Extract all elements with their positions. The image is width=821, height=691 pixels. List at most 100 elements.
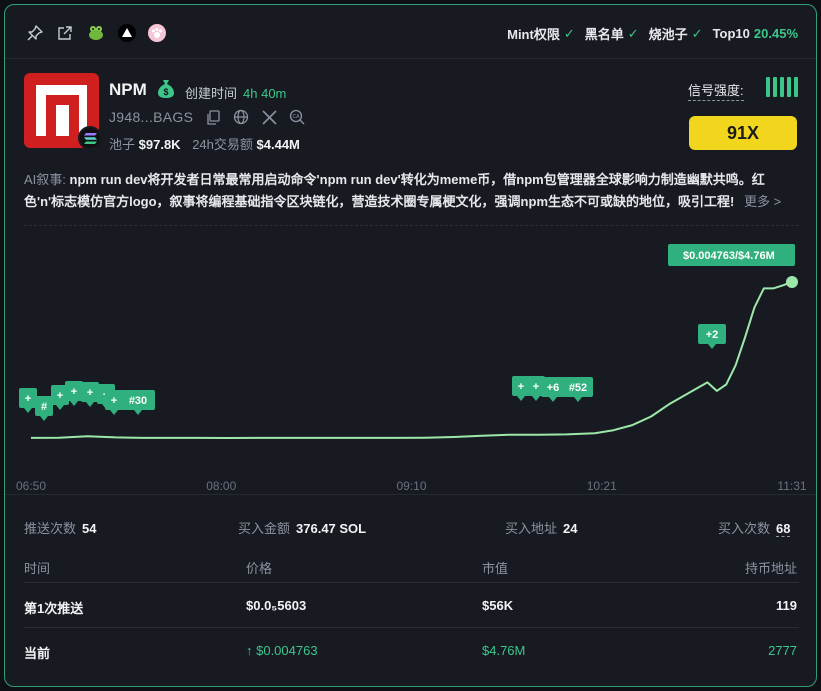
push-count-label: 推送次数 xyxy=(24,521,77,536)
push-tag-label: + xyxy=(533,381,539,393)
push-tag-label: + xyxy=(518,381,524,393)
triangle-icon[interactable] xyxy=(117,23,137,43)
globe-icon[interactable] xyxy=(232,108,250,126)
push-tag: + xyxy=(19,388,37,413)
check-icon: ✓ xyxy=(691,25,703,41)
created-label: 创建时间 xyxy=(185,86,238,101)
push-tag: +6 xyxy=(541,377,565,402)
col-header-holders: 持币地址 xyxy=(744,561,797,576)
narrative-label: AI叙事: xyxy=(24,172,66,187)
push-tag-pointer xyxy=(86,402,94,407)
push-tag-pointer xyxy=(517,396,525,401)
top10-label: Top10 xyxy=(712,26,750,41)
push-tag-pointer xyxy=(24,408,32,413)
volume-label: 24h交易额 xyxy=(192,137,253,152)
money-bag-icon: $ xyxy=(157,79,177,99)
created-time: 创建时间 4h 40m xyxy=(185,83,286,102)
col-header-mcap: 市值 xyxy=(482,561,509,576)
end-label-text: $0.004763/$4.76M xyxy=(683,250,775,262)
push-tag-pointer xyxy=(40,416,48,421)
row-current-price: ↑ $0.004763 xyxy=(246,643,318,658)
ai-narrative: AI叙事: npm run dev将开发者日常最常用启动命令'npm run d… xyxy=(24,169,799,213)
frog-icon[interactable] xyxy=(86,23,106,43)
svg-text:CA: CA xyxy=(293,114,301,120)
narrative-text: npm run dev将开发者日常最常用启动命令'npm run dev'转化为… xyxy=(24,172,765,209)
buy-count: 买入次数 68 xyxy=(718,518,791,537)
row-divider xyxy=(24,627,799,628)
push-tag-label: + xyxy=(25,393,31,405)
push-tag-pointer xyxy=(56,405,64,410)
current-price-dot xyxy=(786,276,798,288)
buy-amount-value: 376.47 SOL xyxy=(296,521,367,536)
col-header-time: 时间 xyxy=(24,561,51,576)
signal-bar xyxy=(787,77,791,97)
push-tag: + xyxy=(105,390,123,415)
row-current-mcap: $4.76M xyxy=(482,643,526,658)
push-tag: + xyxy=(81,382,99,407)
push-tag-label: +2 xyxy=(706,329,719,341)
push-tag-pointer xyxy=(110,410,118,415)
push-tag-pointer xyxy=(532,396,540,401)
pin-icon[interactable] xyxy=(25,23,45,43)
copy-icon[interactable] xyxy=(204,108,222,126)
pool-label: 池子 xyxy=(109,137,136,152)
push-tag-pointer xyxy=(549,397,557,402)
search-ca-icon[interactable]: CA xyxy=(288,108,306,126)
multiplier-badge: 91X xyxy=(689,116,797,150)
push-tag-pointer xyxy=(574,397,582,402)
push-tag-label: #30 xyxy=(129,395,147,407)
address-actions: CA xyxy=(204,108,306,126)
row-current-holders: 2777 xyxy=(768,643,797,658)
signal-bar xyxy=(794,77,798,97)
token-card: Mint权限 ✓ 黑名单 ✓ 烧池子 ✓ Top10 20.45% NPM $ … xyxy=(4,4,817,687)
top10-value: 20.45% xyxy=(753,26,798,41)
x-tick-label: 11:31 xyxy=(777,479,806,493)
pool-value: $97.8K xyxy=(138,137,181,152)
burn-pool-check-label: 烧池子 xyxy=(648,27,688,42)
signal-bar xyxy=(766,77,770,97)
divider xyxy=(24,225,799,226)
buy-addresses-label: 买入地址 xyxy=(505,521,558,536)
buy-addresses: 买入地址 24 xyxy=(505,518,577,537)
security-checks: Mint权限 ✓ 黑名单 ✓ 烧池子 ✓ Top10 20.45% xyxy=(507,24,798,43)
push-tag-label: +6 xyxy=(547,382,560,394)
row-first-push-holders: 119 xyxy=(776,598,797,613)
row-current-time: 当前 xyxy=(24,646,51,661)
token-address: J948...BAGS xyxy=(109,109,194,125)
row-divider xyxy=(24,582,799,583)
svg-text:$: $ xyxy=(163,87,168,97)
buy-count-value[interactable]: 68 xyxy=(776,521,791,537)
paw-icon[interactable] xyxy=(147,23,167,43)
volume-value: $4.44M xyxy=(256,137,300,152)
solana-icon xyxy=(78,126,102,150)
signal-bar xyxy=(773,77,777,97)
x-tick-label: 09:10 xyxy=(396,479,426,493)
blacklist-check-label: 黑名单 xyxy=(584,27,624,42)
push-tag: #52 xyxy=(563,377,593,402)
push-tag-label: #52 xyxy=(569,382,587,394)
price-chart: +#+++++#30+++6#52+2 $0.004763/$4.76M 06:… xyxy=(16,244,807,493)
external-link-icon[interactable] xyxy=(55,23,75,43)
buy-count-label: 买入次数 xyxy=(718,521,771,536)
x-tick-label: 06:50 xyxy=(16,479,46,493)
push-tag: # xyxy=(35,396,53,421)
mint-check-label: Mint权限 xyxy=(507,27,560,42)
signal-bar xyxy=(780,77,784,97)
push-tag-label: + xyxy=(87,387,93,399)
push-count: 推送次数 54 xyxy=(24,518,96,537)
more-link[interactable]: 更多 > xyxy=(744,194,781,209)
push-tag-label: + xyxy=(111,395,117,407)
push-tag-pointer xyxy=(708,344,716,349)
row-first-push-price: $0.0₅5603 xyxy=(246,598,307,613)
x-twitter-icon[interactable] xyxy=(260,108,278,126)
push-tag: +2 xyxy=(698,324,726,349)
buy-amount: 买入金额 376.47 SOL xyxy=(238,518,366,537)
x-tick-label: 08:00 xyxy=(206,479,236,493)
push-tag-label: + xyxy=(71,386,77,398)
signal-strength-label: 信号强度: xyxy=(688,80,744,101)
x-tick-label: 10:21 xyxy=(587,479,617,493)
row-first-push-mcap: $56K xyxy=(482,598,514,613)
push-tag-label: # xyxy=(41,401,47,413)
check-icon: ✓ xyxy=(563,25,575,41)
push-tag-pointer xyxy=(134,410,142,415)
